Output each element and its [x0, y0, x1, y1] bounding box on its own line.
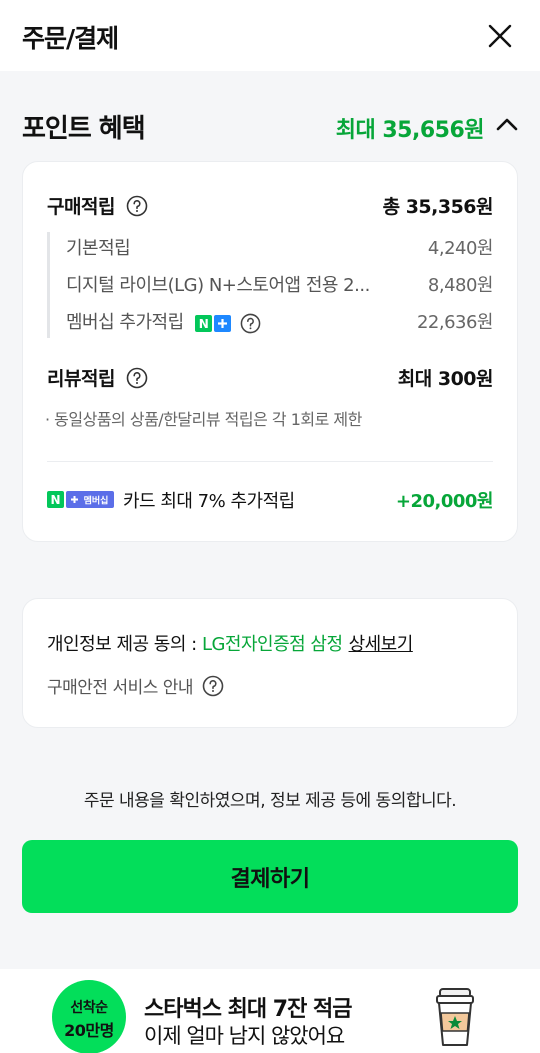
points-card: 구매적립 총 35,356원 기본적립 4,240원 디지털 라이브(LG) N… — [22, 161, 518, 542]
help-icon[interactable] — [126, 367, 148, 389]
coffee-cup-icon — [436, 988, 474, 1046]
card-points-row: N 멤버십 카드 최대 7% 추가적립 +20,000원 — [47, 486, 494, 512]
safe-service-label: 구매안전 서비스 안내 — [47, 678, 194, 698]
list-item: 기본적립 4,240원 — [66, 232, 494, 260]
svg-text:멤버십: 멤버십 — [84, 495, 109, 507]
purchase-points-breakdown: 기본적립 4,240원 디지털 라이브(LG) N+스토어앱 전용 2... 8… — [47, 232, 494, 338]
page-title: 주문/결제 — [22, 24, 119, 53]
points-max-value: 최대 35,656원 — [335, 118, 485, 143]
svg-text:N: N — [50, 493, 60, 507]
seller-name: LG전자인증점 삼정 — [201, 634, 343, 655]
help-icon[interactable] — [202, 675, 224, 697]
privacy-consent-label: 개인정보 제공 동의 : — [47, 634, 202, 655]
chevron-up-icon[interactable] — [496, 116, 518, 132]
safe-service-row[interactable]: 구매안전 서비스 안내 — [47, 673, 224, 698]
details-link[interactable]: 상세보기 — [349, 634, 414, 655]
membership-points-value: 22,636원 — [416, 312, 494, 333]
svg-text:N: N — [199, 317, 209, 331]
naver-plus-badge-icon: N — [194, 314, 231, 332]
promo-subtitle: 이제 얼마 남지 않았어요 — [144, 1024, 345, 1048]
promo-badge-line2: 20만명 — [64, 1021, 114, 1040]
app-points-label: 디지털 라이브(LG) N+스토어앱 전용 2... — [66, 275, 370, 296]
purchase-points-total: 총 35,356원 — [382, 196, 494, 218]
review-points-value: 최대 300원 — [397, 368, 494, 390]
purchase-points-label: 구매적립 — [47, 196, 115, 218]
list-item: 멤버십 추가적립 N 22,636원 — [66, 306, 494, 334]
promo-banner[interactable]: 선착순 20만명 스타벅스 최대 7잔 적금 이제 얼마 남지 않았어요 — [0, 969, 540, 1053]
promo-badge: 선착순 20만명 — [52, 980, 126, 1053]
divider — [47, 461, 493, 462]
help-icon[interactable] — [126, 195, 148, 217]
review-points-note: · 동일상품의 상품/한달리뷰 적립은 각 1회로 제한 — [45, 410, 362, 429]
promo-title: 스타벅스 최대 7잔 적금 — [144, 997, 352, 1022]
promo-badge-line1: 선착순 — [70, 1000, 108, 1016]
card-points-text: 카드 최대 7% 추가적립 — [123, 491, 295, 512]
points-section-header[interactable]: 포인트 혜택 최대 35,656원 — [22, 104, 518, 146]
pay-button[interactable]: 결제하기 — [22, 840, 518, 913]
agreement-text: 주문 내용을 확인하였으며, 정보 제공 등에 동의합니다. — [83, 791, 457, 811]
header: 주문/결제 — [0, 0, 540, 71]
review-points-row: 리뷰적립 최대 300원 — [47, 364, 494, 394]
card-points-value: +20,000원 — [395, 491, 494, 512]
naver-membership-badge-icon: N 멤버십 — [47, 491, 114, 508]
membership-points-label: 멤버십 추가적립 — [66, 312, 184, 333]
list-item: 디지털 라이브(LG) N+스토어앱 전용 2... 8,480원 — [66, 269, 494, 297]
privacy-card: 개인정보 제공 동의 : LG전자인증점 삼정 상세보기 구매안전 서비스 안내 — [22, 598, 518, 728]
close-icon[interactable] — [484, 20, 516, 52]
basic-points-label: 기본적립 — [66, 238, 131, 259]
app-points-value: 8,480원 — [427, 275, 494, 296]
points-title: 포인트 혜택 — [22, 114, 146, 144]
review-points-label: 리뷰적립 — [47, 368, 115, 390]
basic-points-value: 4,240원 — [427, 238, 494, 259]
privacy-consent-row: 개인정보 제공 동의 : LG전자인증점 삼정 상세보기 — [47, 630, 413, 656]
purchase-points-row: 구매적립 총 35,356원 — [47, 192, 494, 222]
help-icon[interactable] — [240, 313, 261, 334]
